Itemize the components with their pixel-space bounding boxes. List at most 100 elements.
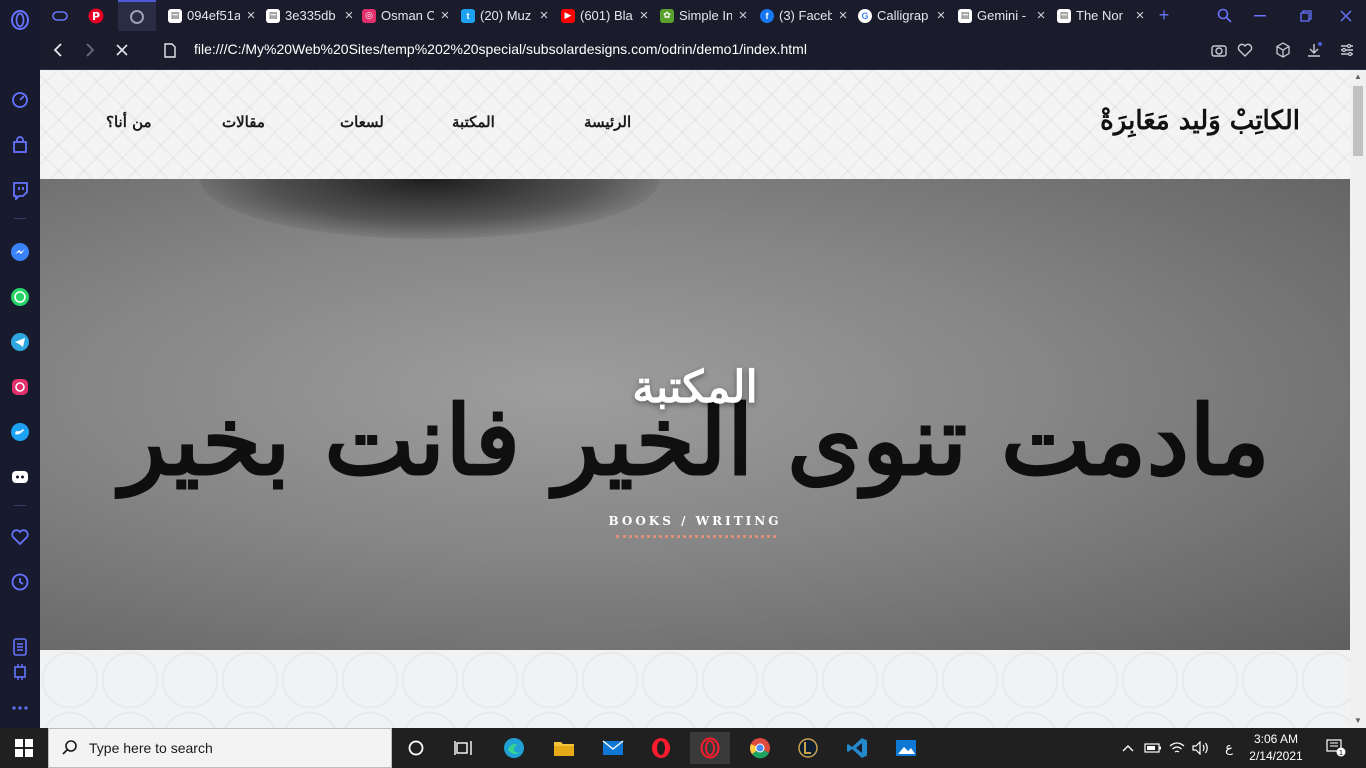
show-hidden-icons-chevron-icon[interactable] <box>1119 738 1137 758</box>
close-tab-icon[interactable]: × <box>537 7 551 24</box>
cortana-icon[interactable] <box>396 732 436 764</box>
hero-background-shadow <box>200 179 660 239</box>
tab-strip: P ▤ 094ef51a × ▤ 3e335db × ◎ Osman C × t… <box>40 0 1366 31</box>
chrome-icon[interactable] <box>740 732 780 764</box>
tab-item[interactable]: ▤ 3e335db × <box>258 0 356 31</box>
more-options-icon[interactable] <box>8 696 32 720</box>
document-icon: ▤ <box>958 8 972 23</box>
back-button[interactable] <box>44 37 72 63</box>
page-scrollbar[interactable]: ▲ ▼ <box>1350 70 1366 728</box>
close-tab-icon[interactable]: × <box>736 7 750 24</box>
tab-item[interactable]: ▶ (601) Bla × <box>553 0 651 31</box>
tab-item[interactable]: ▤ 094ef51a × <box>160 0 258 31</box>
extensions-cube-icon[interactable] <box>1272 39 1294 61</box>
battery-icon[interactable] <box>1144 738 1162 758</box>
close-window-button[interactable] <box>1326 0 1366 31</box>
volume-icon[interactable] <box>1192 738 1210 758</box>
nav-home[interactable]: الرئيسة <box>584 113 631 131</box>
tab-item[interactable]: f (3) Faceb × <box>752 0 850 31</box>
discord-icon[interactable] <box>8 465 32 489</box>
restore-button[interactable] <box>1286 0 1326 31</box>
close-tab-icon[interactable]: × <box>934 7 948 24</box>
history-clock-icon[interactable] <box>8 570 32 594</box>
nav-songs[interactable]: لسعات <box>340 113 384 131</box>
google-icon: G <box>858 8 872 23</box>
url-field[interactable]: file:///C:/My%20Web%20Sites/temp%202%20s… <box>194 41 807 57</box>
shopping-bag-icon[interactable] <box>8 133 32 157</box>
vscode-icon[interactable] <box>837 732 877 764</box>
scroll-down-arrow-icon[interactable]: ▼ <box>1350 714 1366 728</box>
sidebar-separator <box>14 218 26 219</box>
forward-button[interactable] <box>76 37 104 63</box>
tab-item[interactable]: G Calligrap × <box>850 0 948 31</box>
close-tab-icon[interactable]: × <box>1034 7 1048 24</box>
leaf-icon: ✿ <box>660 8 674 23</box>
gamepad-icon[interactable] <box>42 0 78 31</box>
opera-taskbar-icon[interactable] <box>641 732 681 764</box>
cpu-icon[interactable] <box>8 660 32 684</box>
loading-tab[interactable] <box>118 0 156 31</box>
hero-subtitle-underline <box>616 535 776 538</box>
site-logo[interactable]: الكاتِبْ وَليد مَعَابِرَةْ <box>1100 106 1300 136</box>
tab-search-icon[interactable] <box>1204 0 1244 31</box>
snapshot-camera-icon[interactable] <box>1208 39 1230 61</box>
close-tab-icon[interactable]: × <box>637 7 651 24</box>
system-clock[interactable]: 3:06 AM 2/14/2021 <box>1243 731 1309 765</box>
messenger-icon[interactable] <box>8 240 32 264</box>
svg-text:P: P <box>92 10 100 23</box>
nav-library[interactable]: المكتبة <box>452 113 495 131</box>
opera-gx-taskbar-icon[interactable] <box>690 732 730 764</box>
photos-icon[interactable] <box>886 732 926 764</box>
twitter-icon[interactable] <box>8 420 32 444</box>
instagram-icon: ◎ <box>362 8 376 23</box>
tab-item[interactable]: ✿ Simple In × <box>652 0 750 31</box>
tab-item[interactable]: t (20) Muz × <box>453 0 551 31</box>
task-view-icon[interactable] <box>443 732 483 764</box>
file-explorer-icon[interactable] <box>544 732 584 764</box>
whatsapp-icon[interactable] <box>8 285 32 309</box>
nav-about[interactable]: من أنا؟ <box>106 113 152 131</box>
notifications-icon[interactable]: 1 <box>1324 738 1348 758</box>
twitch-icon[interactable] <box>8 178 32 202</box>
content-section-pattern <box>40 650 1350 728</box>
bookmark-heart-icon[interactable] <box>1234 39 1256 61</box>
close-tab-icon[interactable]: × <box>836 7 850 24</box>
minimize-button[interactable] <box>1240 0 1280 31</box>
start-button[interactable] <box>0 728 48 768</box>
battery-saver-icon[interactable] <box>8 635 32 659</box>
site-header: الكاتِبْ وَليد مَعَابِرَةْ الرئيسة المكت… <box>40 70 1350 179</box>
nav-articles[interactable]: مقالات <box>222 113 265 131</box>
scroll-up-arrow-icon[interactable]: ▲ <box>1350 70 1366 84</box>
taskbar-search-box[interactable]: Type here to search <box>48 728 392 768</box>
stop-loading-button[interactable] <box>108 37 136 63</box>
downloads-icon[interactable] <box>1303 39 1325 61</box>
league-of-legends-icon[interactable] <box>788 732 828 764</box>
tab-item[interactable]: ▤ Gemini - × <box>950 0 1048 31</box>
document-icon: ▤ <box>266 8 280 23</box>
instagram-icon[interactable] <box>8 375 32 399</box>
pinterest-tab[interactable]: P <box>78 0 114 31</box>
tab-item[interactable]: ▤ The Nor × <box>1049 0 1147 31</box>
hero-subtitle: BOOKS / WRITING <box>608 514 782 528</box>
tab-item[interactable]: ◎ Osman C × <box>354 0 452 31</box>
scrollbar-thumb[interactable] <box>1353 86 1363 156</box>
taskbar: Type here to search ع 3:06 AM 2/14/2021 … <box>0 728 1366 768</box>
hero-title: المكتبة <box>632 362 758 413</box>
easy-setup-icon[interactable] <box>1336 39 1358 61</box>
edge-browser-icon[interactable] <box>494 732 534 764</box>
opera-logo-icon[interactable] <box>8 8 32 32</box>
close-tab-icon[interactable]: × <box>1133 7 1147 24</box>
hero-banner: مادمت تنوى الخير فانت بخير المكتبة BOOKS… <box>40 179 1350 650</box>
clock-time: 3:06 AM <box>1253 732 1299 746</box>
telegram-icon[interactable] <box>8 330 32 354</box>
close-tab-icon[interactable]: × <box>438 7 452 24</box>
close-tab-icon[interactable]: × <box>244 7 258 24</box>
new-tab-button[interactable]: + <box>1146 0 1182 31</box>
input-language-indicator[interactable]: ع <box>1220 738 1238 758</box>
heart-icon[interactable] <box>8 525 32 549</box>
search-icon <box>62 740 77 755</box>
wifi-icon[interactable] <box>1168 738 1186 758</box>
mail-icon[interactable] <box>593 732 633 764</box>
speed-dial-icon[interactable] <box>8 88 32 112</box>
file-page-icon <box>156 37 184 63</box>
